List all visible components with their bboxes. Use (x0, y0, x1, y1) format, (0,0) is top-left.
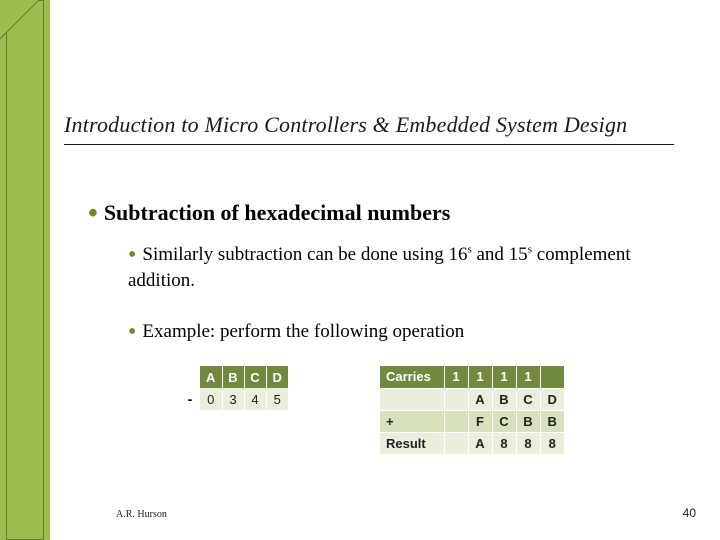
bullet-sub-2: • Example: perform the following operatio… (128, 320, 688, 344)
bullet-sub1-part-b: and 15 (472, 244, 528, 265)
row-label: Carries (380, 366, 444, 388)
blank-cell (180, 366, 200, 388)
table-row: Result A 8 8 8 (380, 432, 564, 454)
hex-digit: 4 (244, 388, 266, 410)
row-label: Result (380, 432, 444, 454)
hex-digit: F (468, 410, 492, 432)
title-underline (64, 144, 674, 145)
bullet-sub1-part-a: Similarly subtraction can be done using … (142, 244, 467, 265)
table-row: - 0 3 4 5 (180, 388, 288, 410)
bullet-icon: • (128, 243, 136, 267)
footer-author: A.R. Hurson (116, 509, 167, 520)
minus-label: - (180, 388, 200, 410)
hex-digit: A (468, 432, 492, 454)
hex-digit: D (540, 388, 564, 410)
hex-digit: 1 (444, 366, 468, 388)
hex-digit: D (266, 366, 288, 388)
hex-digit: 8 (492, 432, 516, 454)
bullet-main-text: Subtraction of hexadecimal numbers (104, 200, 451, 225)
hex-digit (444, 388, 468, 410)
table-row: + F C B B (380, 410, 564, 432)
hex-digit: C (492, 410, 516, 432)
table-row: Carries 1 1 1 1 (380, 366, 564, 388)
hex-digit: 8 (540, 432, 564, 454)
slide-title: Introduction to Micro Controllers & Embe… (64, 112, 684, 138)
hex-digit: C (516, 388, 540, 410)
bullet-main: •Subtraction of hexadecimal numbers (88, 200, 688, 228)
hex-digit: B (540, 410, 564, 432)
hex-digit: 1 (492, 366, 516, 388)
minuend-table: A B C D - 0 3 4 5 (180, 366, 288, 410)
hex-digit: 8 (516, 432, 540, 454)
bullet-sub-1: • Similarly subtraction can be done using… (128, 242, 688, 293)
bullet-sub2-text: Example: perform the following operation (142, 321, 464, 342)
footer-page-number: 40 (683, 506, 696, 520)
hex-digit: A (200, 366, 222, 388)
table-row: A B C D (180, 366, 288, 388)
hex-digit (444, 410, 468, 432)
hex-digit: 1 (516, 366, 540, 388)
hex-digit: 0 (200, 388, 222, 410)
hex-digit: 1 (468, 366, 492, 388)
hex-digit: B (492, 388, 516, 410)
hex-digit (444, 432, 468, 454)
hex-digit: 3 (222, 388, 244, 410)
result-table: Carries 1 1 1 1 A B C D + F C B B Result… (380, 366, 564, 455)
hex-digit (540, 366, 564, 388)
hex-digit: C (244, 366, 266, 388)
hex-digit: B (516, 410, 540, 432)
hex-digit: A (468, 388, 492, 410)
left-accent-bar (0, 0, 50, 540)
row-label (380, 388, 444, 410)
bullet-icon: • (88, 200, 98, 228)
left-accent-inner (6, 0, 44, 540)
bullet-icon: • (128, 320, 136, 344)
table-row: A B C D (380, 388, 564, 410)
row-label: + (380, 410, 444, 432)
hex-digit: B (222, 366, 244, 388)
hex-digit: 5 (266, 388, 288, 410)
